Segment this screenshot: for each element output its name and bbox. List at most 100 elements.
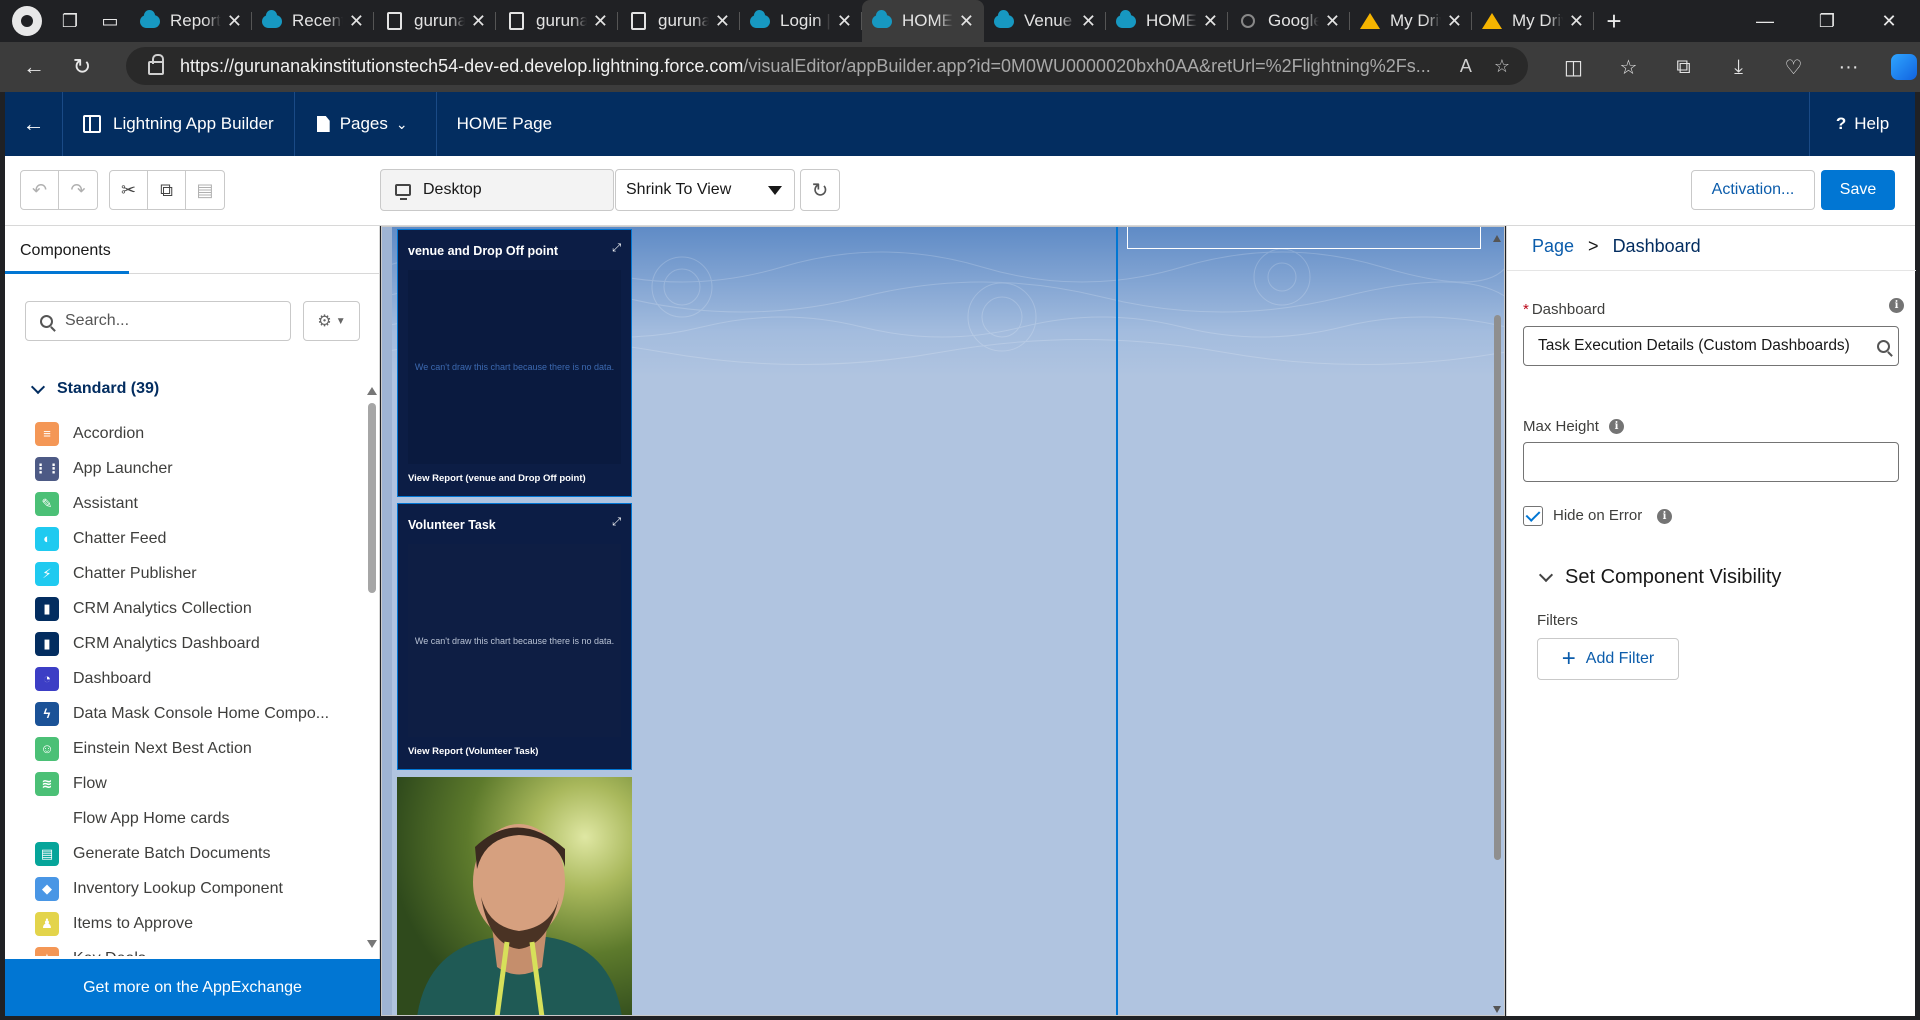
more-menu-icon[interactable]: ···	[1821, 56, 1876, 79]
component-item[interactable]: ◔ Dashboard	[35, 661, 355, 696]
tab-components[interactable]: Components	[5, 226, 380, 274]
scroll-up-icon[interactable]	[1493, 235, 1501, 242]
component-item[interactable]: ϟ Data Mask Console Home Compo...	[35, 696, 355, 731]
browser-tab[interactable]: guruna ✕	[496, 0, 618, 42]
device-selector[interactable]: Desktop	[380, 169, 614, 211]
reload-icon[interactable]: ↻	[58, 47, 106, 87]
browser-tab[interactable]: Login | ✕	[740, 0, 862, 42]
component-item[interactable]: ☺ Einstein Next Best Action	[35, 731, 355, 766]
component-item[interactable]: ◆ Inventory Lookup Component	[35, 871, 355, 906]
back-icon[interactable]: ←	[10, 47, 58, 87]
browser-tab[interactable]: guruna ✕	[374, 0, 496, 42]
component-item[interactable]: ≋ Flow	[35, 766, 355, 801]
workspaces-icon[interactable]: ❐	[50, 0, 90, 42]
help-button[interactable]: ? Help	[1809, 92, 1915, 156]
minimize-icon[interactable]: —	[1734, 0, 1796, 42]
browser-tab[interactable]: HOME ✕	[1106, 0, 1228, 42]
browser-tab[interactable]: guruna ✕	[618, 0, 740, 42]
info-icon[interactable]: i	[1609, 419, 1624, 434]
paste-icon[interactable]: ▤	[186, 171, 224, 209]
component-item[interactable]: ≡ Accordion	[35, 416, 355, 451]
close-tab-icon[interactable]: ✕	[715, 11, 730, 32]
volunteer-photo[interactable]	[397, 777, 632, 1015]
component-item[interactable]: Flow App Home cards	[35, 801, 355, 836]
dashboard-card[interactable]: Volunteer Task ⤢ We can't draw this char…	[397, 503, 632, 770]
view-report-link[interactable]: View Report (venue and Drop Off point)	[408, 473, 586, 484]
activation-button[interactable]: Activation...	[1691, 170, 1815, 210]
component-item[interactable]: ♟ Items to Approve	[35, 906, 355, 941]
new-tab-icon[interactable]: +	[1594, 0, 1634, 42]
close-tab-icon[interactable]: ✕	[1203, 11, 1218, 32]
info-icon[interactable]: i	[1889, 298, 1904, 313]
region-placeholder-box[interactable]	[1127, 227, 1481, 249]
view-report-link[interactable]: View Report (Volunteer Task)	[408, 746, 538, 757]
standard-section-toggle[interactable]: Standard (39)	[30, 379, 159, 398]
component-item[interactable]: ★ Key Deals	[35, 941, 355, 956]
component-item[interactable]: ▮ CRM Analytics Collection	[35, 591, 355, 626]
browser-tab[interactable]: Recent ✕	[252, 0, 374, 42]
split-screen-icon[interactable]: ◫	[1546, 55, 1601, 80]
scroll-down-icon[interactable]	[1493, 1006, 1501, 1013]
close-window-icon[interactable]: ✕	[1858, 0, 1920, 42]
close-tab-icon[interactable]: ✕	[593, 11, 608, 32]
component-item[interactable]: ◐ Chatter Feed	[35, 521, 355, 556]
settings-menu-button[interactable]: ⚙ ▼	[303, 301, 360, 341]
component-item[interactable]: ⋮⋮ App Launcher	[35, 451, 355, 486]
browser-tab[interactable]: My Driv ✕	[1350, 0, 1472, 42]
tab-actions-icon[interactable]: ▭	[90, 0, 130, 42]
url-field[interactable]: https://gurunanakinstitutionstech54-dev-…	[126, 47, 1528, 85]
pages-menu[interactable]: Pages ⌄	[295, 92, 437, 156]
save-button[interactable]: Save	[1821, 170, 1895, 210]
close-tab-icon[interactable]: ✕	[1569, 11, 1584, 32]
info-icon[interactable]: i	[1657, 509, 1672, 524]
browser-tab[interactable]: My Driv ✕	[1472, 0, 1594, 42]
restore-icon[interactable]: ❐	[1796, 0, 1858, 42]
expand-icon[interactable]: ⤢	[612, 516, 621, 529]
close-tab-icon[interactable]: ✕	[1081, 11, 1096, 32]
close-tab-icon[interactable]: ✕	[837, 11, 852, 32]
profile-avatar[interactable]	[12, 6, 42, 36]
canvas-scrollbar[interactable]	[1492, 227, 1504, 1015]
expand-icon[interactable]: ⤢	[612, 242, 621, 255]
hide-on-error-checkbox[interactable]	[1523, 506, 1543, 526]
cut-icon[interactable]: ✂	[110, 171, 148, 209]
lock-icon[interactable]	[148, 54, 164, 75]
page-canvas[interactable]: venue and Drop Off point ⤢ We can't draw…	[381, 226, 1505, 1016]
scroll-down-icon[interactable]	[367, 940, 377, 948]
close-tab-icon[interactable]: ✕	[1447, 11, 1462, 32]
browser-tab[interactable]: Google ✕	[1228, 0, 1350, 42]
browser-essentials-icon[interactable]: ♡	[1766, 55, 1821, 80]
close-tab-icon[interactable]: ✕	[349, 11, 364, 32]
dashboard-lookup-input[interactable]: Task Execution Details (Custom Dashboard…	[1523, 326, 1899, 366]
close-tab-icon[interactable]: ✕	[227, 11, 242, 32]
zoom-select[interactable]: Shrink To View	[615, 169, 795, 211]
read-aloud-icon[interactable]: A	[1460, 56, 1472, 77]
component-item[interactable]: ⚡ Chatter Publisher	[35, 556, 355, 591]
search-icon[interactable]	[1877, 339, 1890, 353]
back-arrow-icon[interactable]: ←	[5, 92, 63, 156]
favorites-icon[interactable]: ☆	[1601, 55, 1656, 80]
max-height-input[interactable]	[1523, 442, 1899, 482]
component-item[interactable]: ✎ Assistant	[35, 486, 355, 521]
close-tab-icon[interactable]: ✕	[1325, 11, 1340, 32]
copy-icon[interactable]: ⧉	[148, 171, 186, 209]
close-tab-icon[interactable]: ✕	[959, 11, 974, 32]
visibility-section-toggle[interactable]: Set Component Visibility	[1538, 566, 1781, 589]
component-list-scrollbar[interactable]	[367, 381, 377, 781]
component-search-input[interactable]: Search...	[25, 301, 291, 341]
refresh-button[interactable]: ↻	[800, 169, 840, 211]
browser-tab[interactable]: HOME ✕	[862, 0, 984, 42]
close-tab-icon[interactable]: ✕	[471, 11, 486, 32]
browser-tab[interactable]: Report ✕	[130, 0, 252, 42]
dashboard-card[interactable]: venue and Drop Off point ⤢ We can't draw…	[397, 229, 632, 497]
copilot-icon[interactable]	[1876, 54, 1920, 80]
collections-icon[interactable]: ⧉	[1656, 56, 1711, 79]
breadcrumb-page-link[interactable]: Page	[1532, 236, 1574, 257]
add-filter-button[interactable]: + Add Filter	[1537, 638, 1679, 680]
scrollbar-thumb[interactable]	[1494, 315, 1501, 860]
scrollbar-thumb[interactable]	[368, 403, 376, 593]
undo-icon[interactable]: ↶	[21, 171, 59, 209]
appexchange-link[interactable]: Get more on the AppExchange	[5, 959, 380, 1016]
browser-tab[interactable]: Venue | ✕	[984, 0, 1106, 42]
component-item[interactable]: ▤ Generate Batch Documents	[35, 836, 355, 871]
